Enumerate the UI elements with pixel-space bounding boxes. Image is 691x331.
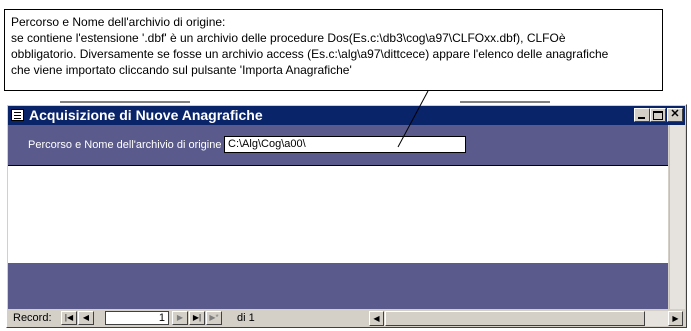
window-title: Acquisizione di Nuove Anagrafiche xyxy=(29,107,263,123)
horizontal-scrollbar[interactable]: ◀ ▶ xyxy=(369,311,683,326)
next-record-icon[interactable]: ▶ xyxy=(172,311,188,325)
scroll-right-icon[interactable]: ▶ xyxy=(668,311,683,326)
form-detail-section xyxy=(8,165,668,264)
access-form-window: Acquisizione di Nuove Anagrafiche ✕ Perc… xyxy=(6,104,687,328)
new-record-icon[interactable]: ▶* xyxy=(206,311,222,325)
path-label: Percorso e Nome dell'archivio di origine… xyxy=(28,139,228,151)
previous-record-icon[interactable]: ◀ xyxy=(78,311,94,325)
title-bar[interactable]: Acquisizione di Nuove Anagrafiche ✕ xyxy=(8,106,685,125)
source-path-input[interactable]: C:\Alg\Cog\a00\ xyxy=(224,136,466,153)
record-count-label: di 1 xyxy=(237,312,255,324)
current-record-field[interactable]: 1 xyxy=(105,311,169,325)
last-record-icon[interactable]: ▶| xyxy=(189,311,205,325)
form-icon[interactable] xyxy=(11,109,24,121)
minimize-button[interactable] xyxy=(634,108,650,122)
close-button[interactable]: ✕ xyxy=(667,108,683,122)
vertical-scrollbar[interactable] xyxy=(669,125,685,309)
first-record-icon[interactable]: |◀ xyxy=(61,311,77,325)
scroll-thumb[interactable] xyxy=(385,311,645,326)
help-callout: Percorso e Nome dell'archivio di origine… xyxy=(4,9,663,91)
callout-line-1: Percorso e Nome dell'archivio di origine… xyxy=(11,15,226,29)
form-header-section: Percorso e Nome dell'archivio di origine… xyxy=(8,125,668,165)
record-label: Record: xyxy=(13,312,52,324)
callout-line-2: se contiene l'estensione '.dbf' è un arc… xyxy=(11,31,566,45)
maximize-button[interactable] xyxy=(650,108,666,122)
callout-line-3: obbligatorio. Diversamente se fosse un a… xyxy=(11,47,609,61)
record-navigation-bar: Record: |◀ ◀ 1 ▶ ▶| ▶* di 1 ◀ ▶ xyxy=(8,309,685,327)
form-footer-section xyxy=(8,263,668,309)
callout-line-4: che viene importato cliccando sul pulsan… xyxy=(11,63,352,77)
scroll-left-icon[interactable]: ◀ xyxy=(369,311,384,326)
